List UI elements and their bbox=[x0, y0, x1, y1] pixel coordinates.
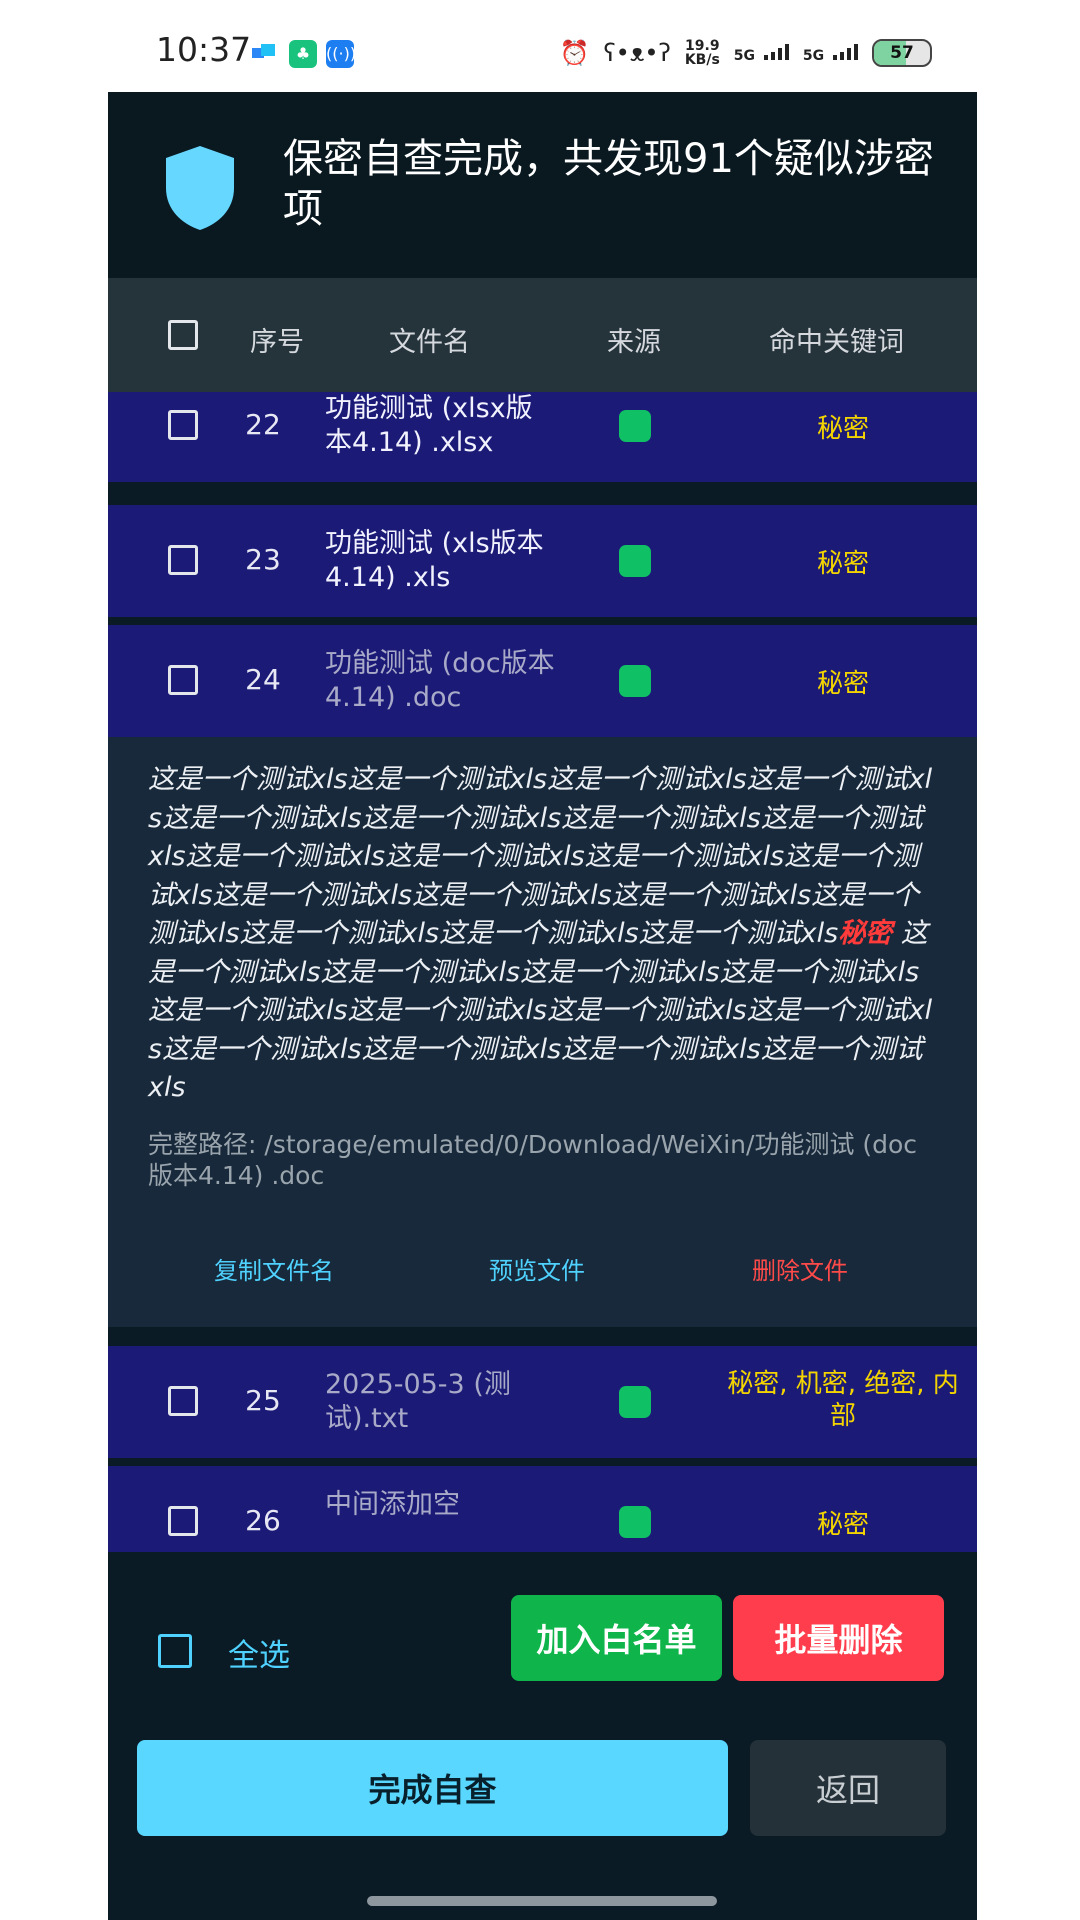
row-filename: 功能测试 (xls版本4.14) .xls bbox=[325, 528, 544, 593]
bear-icon: ʕ•ᴥ•ʔ bbox=[603, 38, 671, 67]
row-filename: 功能测试 (doc版本4.14) .doc bbox=[325, 648, 555, 713]
add-to-whitelist-button[interactable]: 加入白名单 bbox=[511, 1595, 722, 1681]
finish-check-button[interactable]: 完成自查 bbox=[137, 1740, 728, 1836]
back-button[interactable]: 返回 bbox=[750, 1740, 946, 1836]
row-checkbox[interactable] bbox=[168, 410, 198, 440]
column-header-filename: 文件名 bbox=[389, 327, 470, 358]
column-header-keywords: 命中关键词 bbox=[769, 327, 904, 358]
row-number: 23 bbox=[245, 543, 281, 576]
wireless-app-icon: ((·)) bbox=[326, 40, 356, 68]
select-all-label[interactable]: 全选 bbox=[228, 1630, 290, 1675]
status-bar: 10:37 ♣ ((·)) ⏰ ʕ•ᴥ•ʔ 19.9 KB/s 5G 5G 57 bbox=[0, 0, 1080, 92]
signal-5g-2: 5G bbox=[802, 43, 858, 64]
select-all-checkbox[interactable] bbox=[158, 1634, 192, 1668]
wechat-source-icon bbox=[619, 410, 651, 442]
delete-file-button[interactable]: 删除文件 bbox=[752, 1251, 848, 1286]
alarm-icon: ⏰ bbox=[559, 39, 590, 67]
row-keywords: 秘密 bbox=[816, 669, 869, 699]
row-filename: 中间添加空 bbox=[325, 1489, 460, 1520]
row-number: 26 bbox=[245, 1504, 281, 1537]
self-check-result-screen: 保密自查完成，共发现91个疑似涉密项 序号 文件名 来源 命中关键词 22 功能… bbox=[108, 92, 977, 1920]
network-speed: 19.9 KB/s bbox=[685, 39, 720, 67]
row-keywords: 秘密 bbox=[816, 1510, 869, 1540]
chat-app-icon: ♣ bbox=[289, 40, 317, 68]
column-header-number: 序号 bbox=[250, 327, 304, 358]
column-header-source: 来源 bbox=[607, 327, 661, 358]
row-checkbox[interactable] bbox=[168, 545, 198, 575]
shield-icon bbox=[166, 146, 234, 230]
keyword-highlight: 秘密 bbox=[838, 918, 893, 949]
signal-5g-1: 5G bbox=[733, 43, 789, 64]
preview-file-button[interactable]: 预览文件 bbox=[489, 1251, 585, 1286]
row-checkbox[interactable] bbox=[168, 1386, 198, 1416]
content-preview: 这是一个测试xls这是一个测试xls这是一个测试xls这是一个测试xls这是一个… bbox=[148, 761, 938, 1108]
table-row[interactable]: 23 功能测试 (xls版本4.14) .xls 秘密 bbox=[108, 505, 977, 617]
full-path: 完整路径: /storage/emulated/0/Download/WeiXi… bbox=[148, 1130, 918, 1190]
batch-delete-button[interactable]: 批量删除 bbox=[733, 1595, 944, 1681]
status-time: 10:37 bbox=[156, 30, 252, 69]
result-title: 保密自查完成，共发现91个疑似涉密项 bbox=[283, 136, 934, 232]
network-type-label: 5G bbox=[733, 47, 756, 64]
bottom-action-bar: 全选 加入白名单 批量删除 完成自查 返回 bbox=[108, 1552, 977, 1920]
wechat-source-icon bbox=[619, 1506, 651, 1538]
table-header: 序号 文件名 来源 命中关键词 bbox=[108, 278, 977, 392]
table-row[interactable]: 26 中间添加空 秘密 bbox=[108, 1466, 977, 1560]
row-filename: 2025-05-3 (测试).txt bbox=[325, 1369, 511, 1434]
table-row[interactable]: 25 2025-05-3 (测试).txt 秘密, 机密, 绝密, 内部 bbox=[108, 1346, 977, 1458]
result-list[interactable]: 22 功能测试 (xlsx版本4.14) .xlsx 秘密 23 功能测试 (x… bbox=[108, 392, 977, 1560]
network-speed-unit: KB/s bbox=[684, 52, 720, 68]
status-indicators: ⏰ ʕ•ᴥ•ʔ 19.9 KB/s 5G 5G 57 bbox=[560, 38, 932, 68]
row-number: 24 bbox=[245, 663, 281, 696]
battery-level: 57 bbox=[890, 43, 914, 63]
network-type-label: 5G bbox=[802, 47, 825, 64]
table-row[interactable]: 22 功能测试 (xlsx版本4.14) .xlsx 秘密 bbox=[108, 392, 977, 482]
signal-icon bbox=[833, 43, 858, 60]
result-header: 保密自查完成，共发现91个疑似涉密项 bbox=[108, 92, 977, 278]
row-checkbox[interactable] bbox=[168, 1506, 198, 1536]
signal-icon bbox=[763, 43, 789, 60]
header-select-checkbox[interactable] bbox=[168, 320, 198, 350]
row-keywords: 秘密, 机密, 绝密, 内部 bbox=[727, 1369, 959, 1431]
row-checkbox[interactable] bbox=[168, 665, 198, 695]
content-text: 这是一个测试xls这是一个测试xls这是一个测试xls这是一个测试xls这是一个… bbox=[148, 764, 933, 949]
wechat-source-icon bbox=[619, 1386, 651, 1418]
wechat-source-icon bbox=[619, 545, 651, 577]
row-number: 25 bbox=[245, 1384, 281, 1417]
battery-icon: 57 bbox=[872, 39, 932, 67]
table-row-expanded[interactable]: 24 功能测试 (doc版本4.14) .doc 秘密 bbox=[108, 625, 977, 737]
home-indicator[interactable] bbox=[367, 1896, 717, 1906]
row-number: 22 bbox=[245, 408, 281, 441]
row-filename: 功能测试 (xlsx版本4.14) .xlsx bbox=[325, 393, 533, 458]
row-keywords: 秘密 bbox=[816, 549, 869, 579]
row-keywords: 秘密 bbox=[816, 414, 869, 444]
row-detail-panel: 这是一个测试xls这是一个测试xls这是一个测试xls这是一个测试xls这是一个… bbox=[108, 737, 977, 1327]
copy-filename-button[interactable]: 复制文件名 bbox=[214, 1251, 334, 1286]
notification-app-icon bbox=[250, 40, 278, 68]
wechat-source-icon bbox=[619, 665, 651, 697]
